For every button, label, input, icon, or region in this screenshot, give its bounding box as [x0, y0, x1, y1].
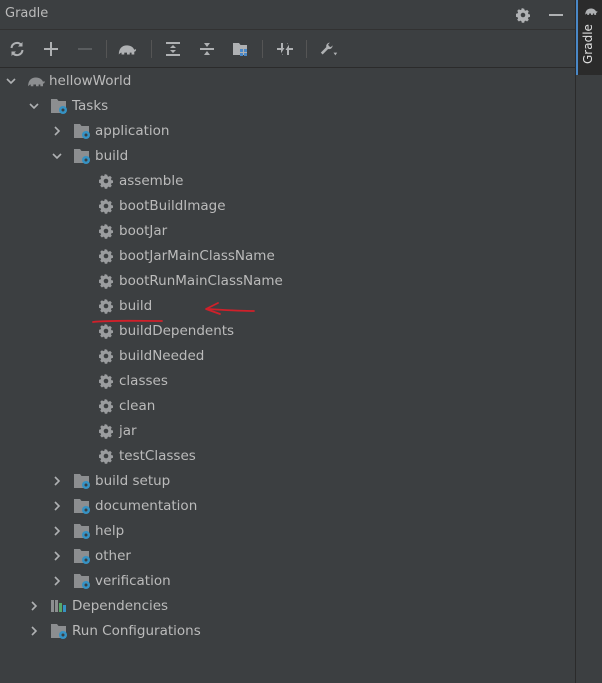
gradle-side-tab[interactable]: Gradle — [576, 0, 602, 75]
elephant-icon — [584, 5, 598, 17]
red-annotation-arrow — [92, 302, 255, 323]
gradle-tool-window: Gradle hellowWorld Tasks application bui… — [0, 0, 575, 683]
right-tool-stripe: Gradle — [575, 0, 602, 683]
side-tab-label: Gradle — [581, 24, 595, 64]
